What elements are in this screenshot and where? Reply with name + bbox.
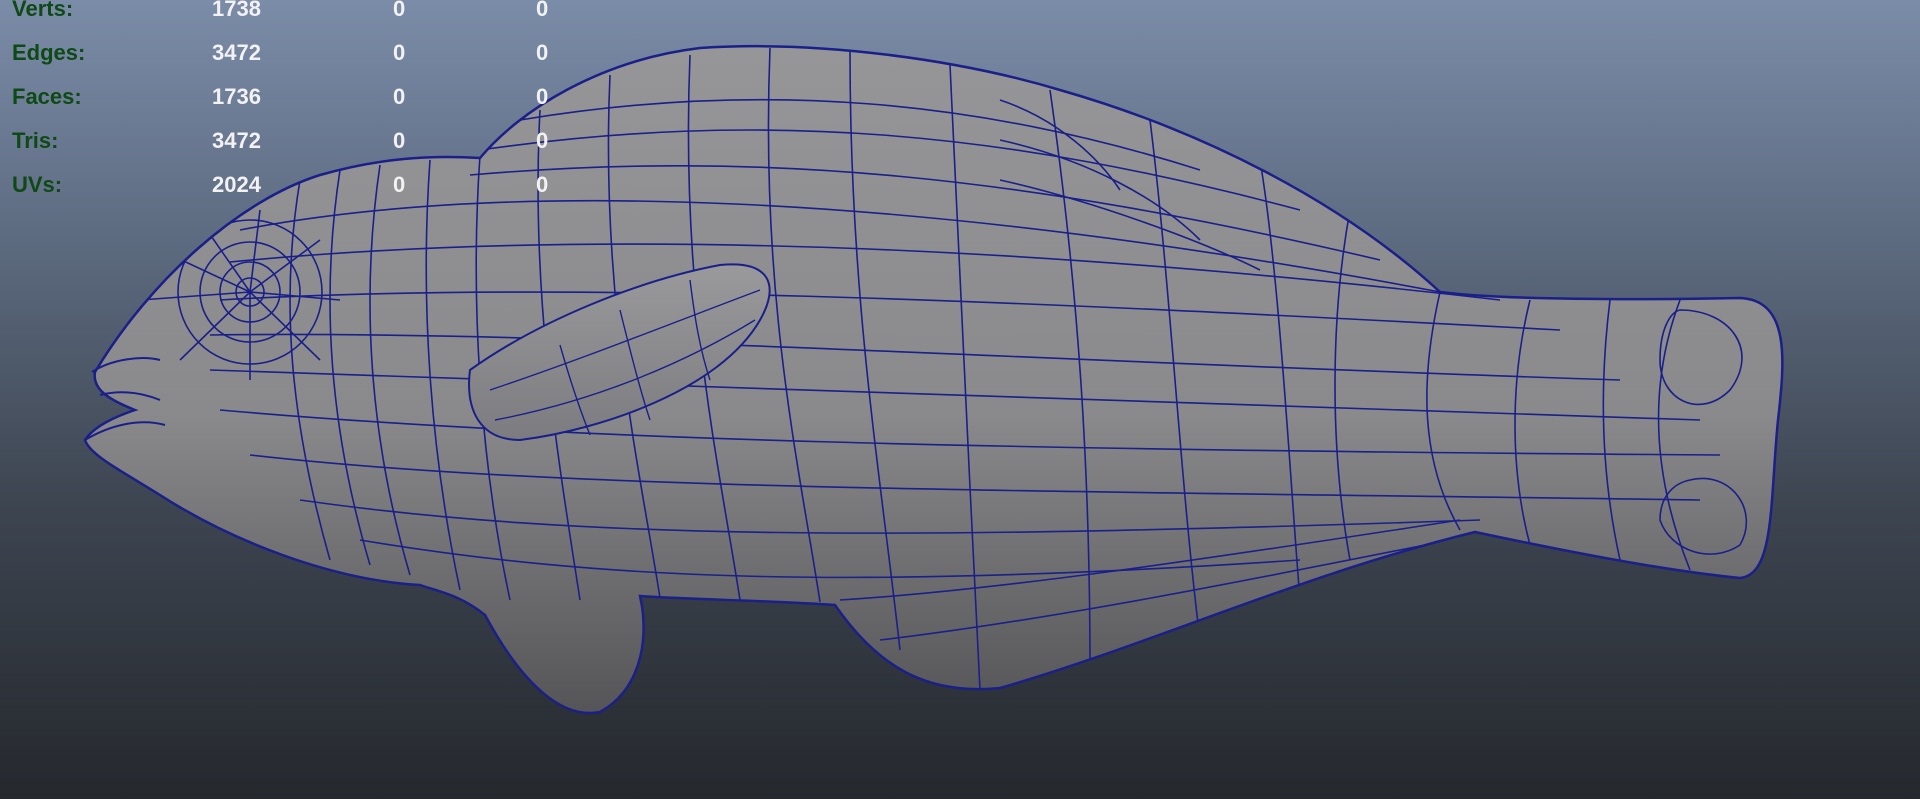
hud-uvs-selected: 0	[393, 172, 406, 197]
hud-label-uvs: UVs:	[12, 172, 63, 197]
hud-uvs-third: 0	[536, 172, 549, 197]
hud-label-verts: Verts:	[12, 0, 74, 21]
hud-label-tris: Tris:	[12, 128, 59, 153]
hud-faces-total: 1736	[212, 84, 261, 109]
hud-tris-selected: 0	[393, 128, 406, 153]
hud-faces-third: 0	[536, 84, 549, 109]
hud-tris-third: 0	[536, 128, 549, 153]
hud-verts-third: 0	[536, 0, 549, 21]
hud-verts-selected: 0	[393, 0, 406, 21]
hud-uvs-total: 2024	[212, 172, 261, 197]
hud-faces-selected: 0	[393, 84, 406, 109]
3d-viewport[interactable]: Verts: 1738 0 0 Edges: 3472 0 0 Faces: 1…	[0, 0, 1920, 799]
hud-edges-total: 3472	[212, 40, 261, 65]
hud-tris-total: 3472	[212, 128, 261, 153]
hud-label-edges: Edges:	[12, 40, 86, 65]
hud-edges-selected: 0	[393, 40, 406, 65]
heads-up-display: Verts: 1738 0 0 Edges: 3472 0 0 Faces: 1…	[0, 0, 600, 200]
hud-verts-total: 1738	[212, 0, 261, 21]
hud-label-faces: Faces:	[12, 84, 82, 109]
hud-edges-third: 0	[536, 40, 549, 65]
